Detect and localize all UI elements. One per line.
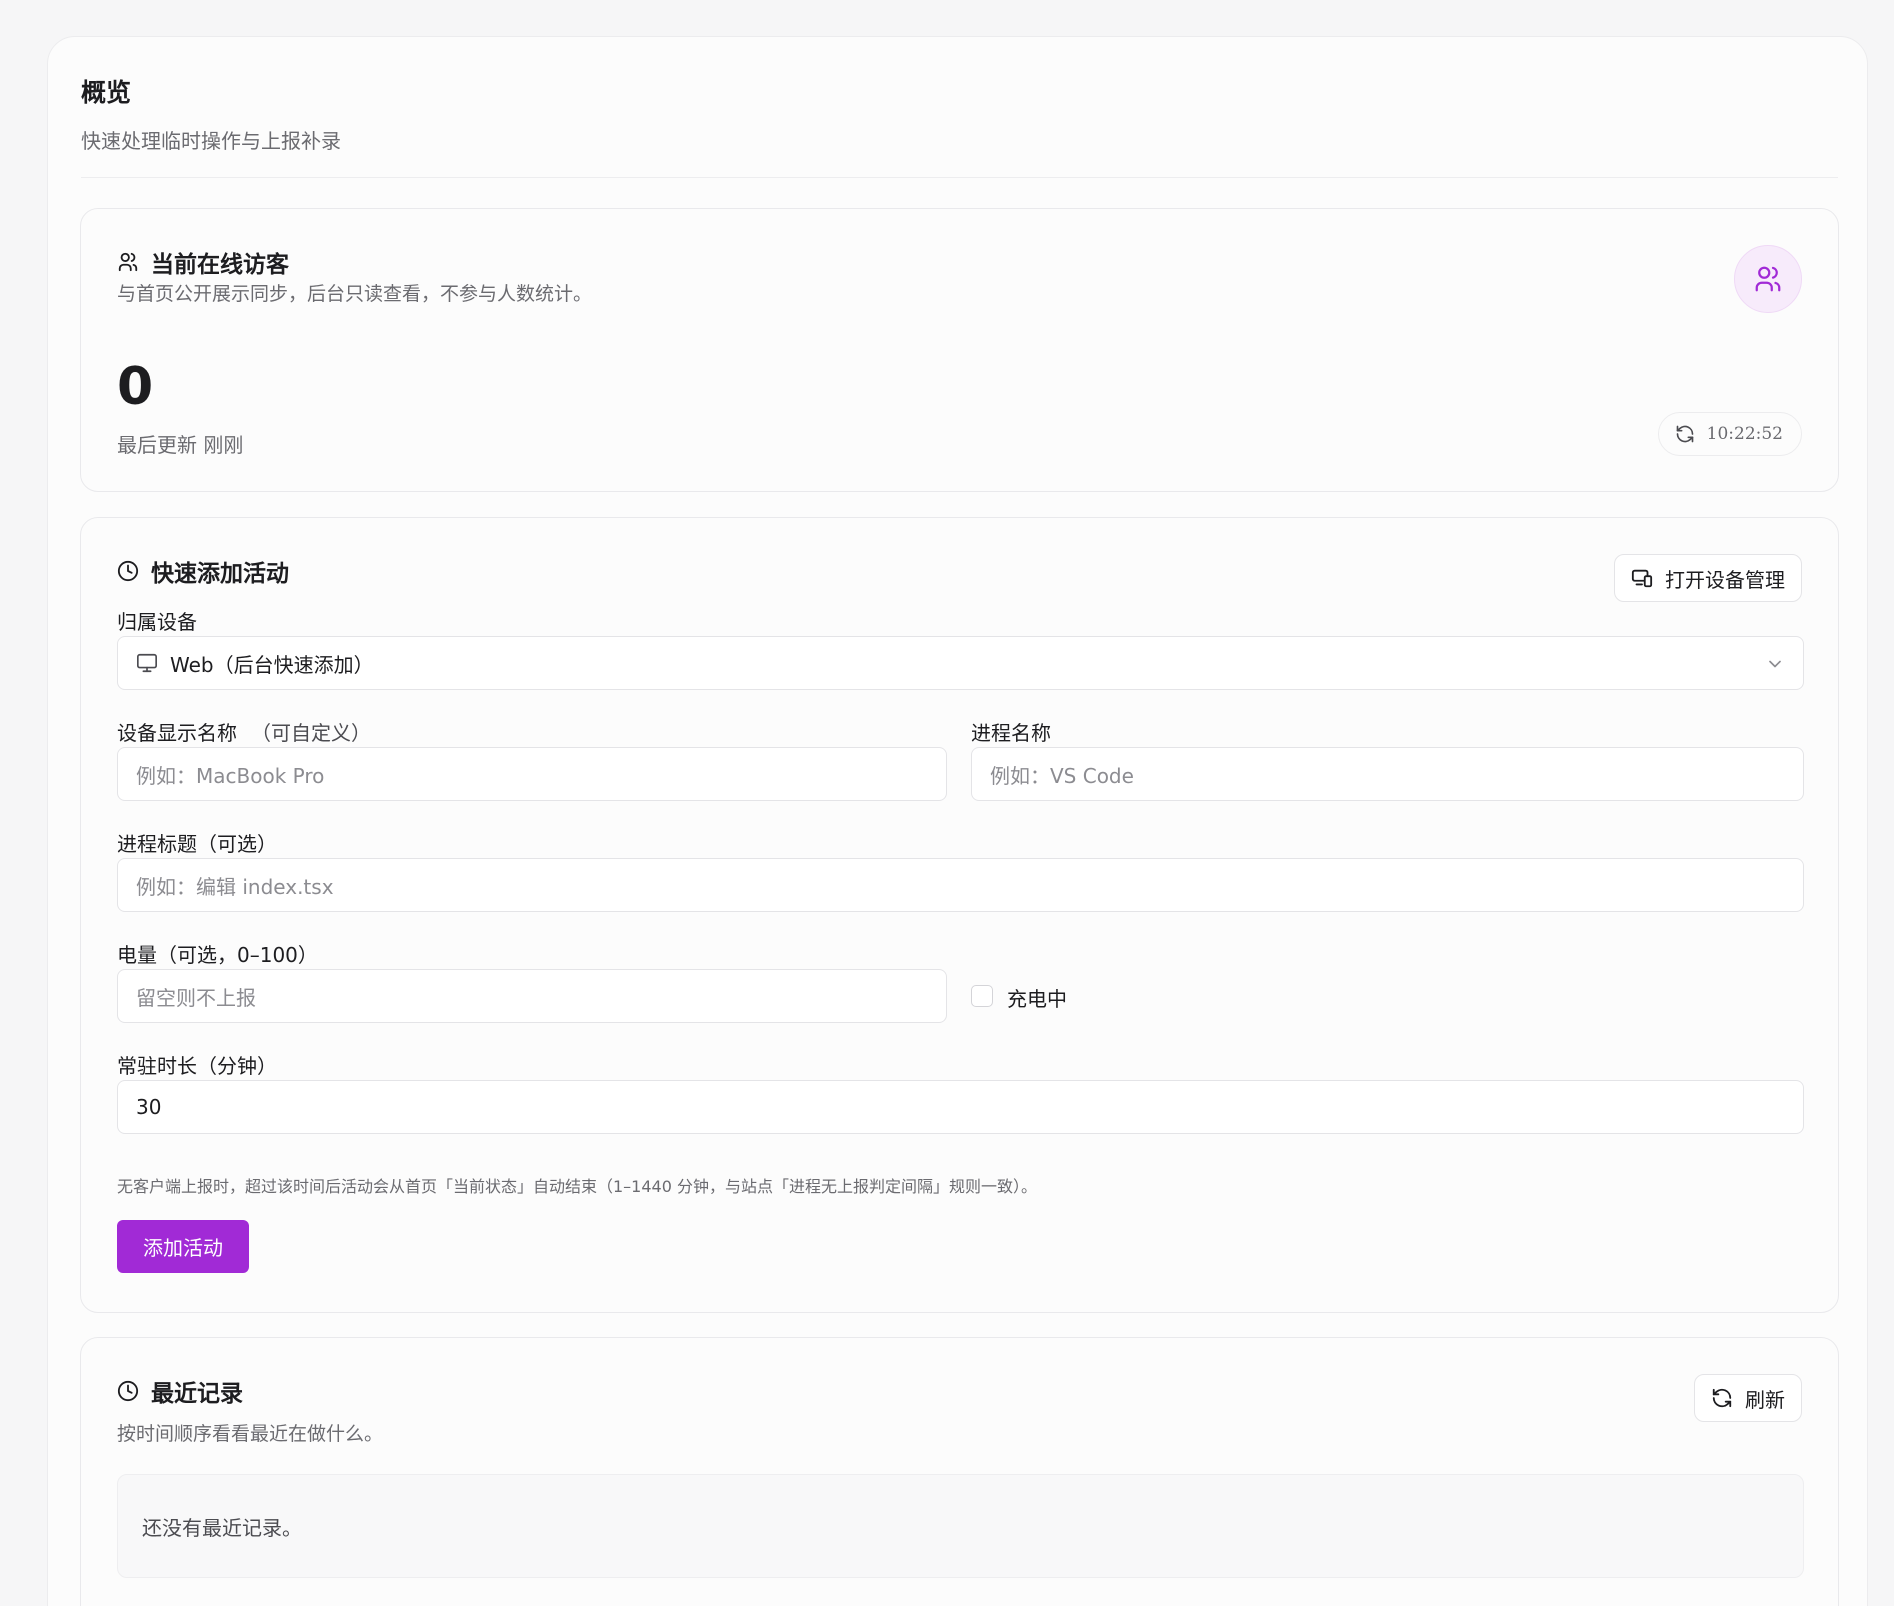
card-title: 当前在线访客: [151, 252, 289, 278]
add-activity-button[interactable]: 添加活动: [117, 1220, 249, 1273]
device-select[interactable]: Web（后台快速添加）: [117, 636, 1804, 690]
visitor-count: 0: [117, 357, 154, 417]
card-header: 快速添加活动: [117, 554, 289, 588]
divider: [81, 177, 1838, 178]
battery-input[interactable]: 留空则不上报: [117, 969, 947, 1023]
display-name-hint: （可自定义）: [251, 721, 371, 745]
page-subtitle: 快速处理临时操作与上报补录: [81, 129, 341, 153]
refresh-time-pill[interactable]: 10:22:52: [1657, 412, 1802, 456]
users-icon: [1753, 264, 1783, 294]
clock-icon: [117, 1380, 139, 1402]
online-visitors-card: 当前在线访客 与首页公开展示同步，后台只读查看，不参与人数统计。 0 最后更新 …: [80, 208, 1839, 492]
chevron-down-icon: [1765, 654, 1785, 674]
last-updated-text: 最后更新 刚刚: [117, 433, 244, 457]
devices-icon: [1631, 567, 1653, 589]
battery-label: 电量（可选，0–100）: [117, 943, 318, 967]
clock-icon: [117, 560, 139, 582]
device-select-value: Web（后台快速添加）: [170, 652, 374, 677]
card-header: 最近记录: [117, 1374, 243, 1408]
refresh-button[interactable]: 刷新: [1694, 1374, 1802, 1422]
empty-state-text: 还没有最近记录。: [142, 1515, 302, 1540]
charging-checkbox[interactable]: [971, 985, 993, 1007]
card-description: 与首页公开展示同步，后台只读查看，不参与人数统计。: [117, 283, 593, 305]
users-badge: [1734, 245, 1802, 313]
monitor-icon: [136, 652, 158, 674]
display-name-label: 设备显示名称 （可自定义）: [117, 717, 371, 746]
process-title-input[interactable]: 例如：编辑 index.tsx: [117, 858, 1804, 912]
display-name-label-text: 设备显示名称: [117, 721, 237, 745]
duration-input[interactable]: 30: [117, 1080, 1804, 1134]
recent-records-card: 最近记录 按时间顺序看看最近在做什么。 刷新 还没有最近记录。: [80, 1337, 1839, 1606]
card-title: 快速添加活动: [151, 561, 289, 587]
page-title: 概览: [81, 78, 132, 107]
device-label: 归属设备: [117, 610, 197, 634]
process-title-placeholder: 例如：编辑 index.tsx: [136, 874, 334, 899]
display-name-placeholder: 例如：MacBook Pro: [136, 763, 325, 788]
open-device-management-button[interactable]: 打开设备管理: [1614, 554, 1802, 602]
process-name-label: 进程名称: [971, 721, 1051, 745]
process-title-label: 进程标题（可选）: [117, 832, 277, 856]
duration-value: 30: [136, 1095, 162, 1119]
battery-placeholder: 留空则不上报: [136, 985, 256, 1010]
card-description: 按时间顺序看看最近在做什么。: [117, 1423, 384, 1445]
button-label: 打开设备管理: [1665, 567, 1785, 592]
process-name-input[interactable]: 例如：VS Code: [971, 747, 1804, 801]
button-label: 刷新: [1745, 1387, 1785, 1412]
charging-label: 充电中: [1007, 987, 1067, 1011]
duration-helper-text: 无客户端上报时，超过该时间后活动会从首页「当前状态」自动结束（1–1440 分钟…: [117, 1177, 1037, 1196]
quick-add-activity-card: 快速添加活动 打开设备管理 归属设备 Web（后台快速添加） 设备显示名称 （可自…: [80, 517, 1839, 1313]
duration-label: 常驻时长（分钟）: [117, 1054, 277, 1078]
refresh-icon: [1711, 1387, 1733, 1409]
display-name-input[interactable]: 例如：MacBook Pro: [117, 747, 947, 801]
overview-page: 概览 快速处理临时操作与上报补录 当前在线访客 与首页公开展示同步，后台只读查看…: [47, 36, 1868, 1606]
card-header: 当前在线访客: [117, 245, 289, 279]
users-icon: [117, 251, 139, 273]
refresh-icon: [1675, 424, 1695, 444]
refresh-time: 10:22:52: [1706, 424, 1783, 444]
empty-state: 还没有最近记录。: [117, 1474, 1804, 1578]
card-title: 最近记录: [151, 1381, 243, 1407]
process-name-placeholder: 例如：VS Code: [990, 763, 1134, 788]
